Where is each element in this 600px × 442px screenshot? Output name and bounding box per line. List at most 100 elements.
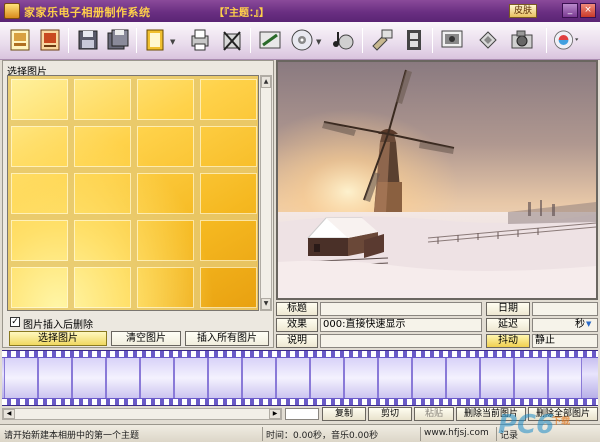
film-frame[interactable] — [446, 358, 480, 398]
thumbnail-slot[interactable] — [134, 123, 197, 170]
clear-images-button[interactable]: 清空图片 — [111, 331, 181, 346]
status-message: 请开始新建本相册中的第一个主题 — [4, 431, 140, 441]
disc-icon[interactable] — [288, 26, 316, 54]
time-info: 时间：0.00秒，音乐0.00秒 — [266, 431, 379, 441]
theme-label: 【『主题：』】 — [214, 8, 269, 19]
insert-all-images-button[interactable]: 插入所有图片 — [185, 331, 269, 346]
skin-button[interactable]: 皮肤 — [509, 4, 537, 18]
film-frame[interactable] — [72, 358, 106, 398]
new-album-icon[interactable] — [6, 26, 34, 54]
film-frame[interactable] — [4, 358, 38, 398]
scroll-up-icon[interactable]: ▲ — [261, 76, 271, 88]
title-bar: 家家乐电子相册制作系统 【『主题：』】 皮肤 _ × — [0, 0, 600, 22]
cut-button[interactable]: 剪切 — [368, 407, 412, 421]
thumbnail-slot[interactable] — [197, 217, 258, 264]
dropdown-icon[interactable]: ▼ — [170, 38, 175, 46]
thumbnail-slot[interactable] — [8, 123, 71, 170]
watermark-logo: PC6 — [498, 410, 555, 440]
delay-unit: 秒 — [575, 319, 585, 330]
image-thumbnail-grid[interactable] — [7, 75, 259, 311]
effect-field[interactable]: 000:直接快速显示 — [320, 318, 482, 332]
thumbnail-slot[interactable] — [71, 76, 134, 123]
thumbnail-slot[interactable] — [197, 170, 258, 217]
thumbnail-slot[interactable] — [197, 123, 258, 170]
scroll-right-icon[interactable]: ▶ — [269, 409, 281, 419]
delay-label: 延迟 — [486, 318, 530, 332]
edit-pen-icon[interactable] — [256, 26, 284, 54]
scroll-down-icon[interactable]: ▼ — [261, 298, 271, 310]
slide-info-panel: 标题 日期 效果 000:直接快速显示 延迟 秒 ▼ 说明 抖动 静止 — [276, 302, 598, 348]
title-field[interactable] — [320, 302, 482, 316]
delete-after-insert-checkbox[interactable]: ✓ — [10, 317, 20, 327]
disc-dropdown-icon[interactable]: ▼ — [316, 38, 321, 46]
thumbnail-slot[interactable] — [71, 170, 134, 217]
thumbnail-slot[interactable] — [134, 217, 197, 264]
watermark-sub: 下载 — [552, 417, 571, 427]
app-window: 家家乐电子相册制作系统 【『主题：』】 皮肤 _ × ▼ ▼ 选择图片 ▲ ▼ … — [0, 0, 600, 442]
close-button[interactable]: × — [580, 3, 596, 18]
effect-label: 效果 — [276, 318, 318, 332]
select-images-button[interactable]: 选择图片 — [9, 331, 107, 346]
thumbnail-slot[interactable] — [134, 170, 197, 217]
save-icon[interactable] — [74, 26, 102, 54]
film-frame[interactable] — [344, 358, 378, 398]
delete-icon[interactable] — [218, 26, 246, 54]
film-frame[interactable] — [38, 358, 72, 398]
shake-label[interactable]: 抖动 — [486, 334, 530, 348]
delay-dropdown-icon[interactable]: ▼ — [586, 320, 591, 328]
open-album-icon[interactable] — [36, 26, 64, 54]
thumbnail-slot[interactable] — [71, 217, 134, 264]
copy-button[interactable]: 复制 — [322, 407, 366, 421]
scroll-left-icon[interactable]: ◀ — [3, 409, 15, 419]
image-selection-panel: 选择图片 ▲ ▼ ✓ 图片插入后删除 选择图片 清空图片 插入所有图片 — [2, 60, 274, 348]
thumbnail-slot[interactable] — [71, 264, 134, 310]
film-frame[interactable] — [514, 358, 548, 398]
paste-button[interactable]: 粘贴 — [414, 407, 454, 421]
film-frame[interactable] — [140, 358, 174, 398]
image-preview — [276, 60, 598, 300]
export-icon[interactable] — [142, 26, 170, 54]
print-icon[interactable] — [186, 26, 214, 54]
thumbnail-slot[interactable] — [8, 76, 71, 123]
film-frame[interactable] — [548, 358, 582, 398]
film-frame[interactable] — [106, 358, 140, 398]
thumbnail-slot[interactable] — [134, 264, 197, 310]
film-frame[interactable] — [480, 358, 514, 398]
film-frame[interactable] — [412, 358, 446, 398]
frame-index-box — [285, 408, 319, 420]
film-frame[interactable] — [378, 358, 412, 398]
thumbnail-slot[interactable] — [8, 170, 71, 217]
date-label: 日期 — [486, 302, 530, 316]
thumbnail-slot[interactable] — [8, 217, 71, 264]
website-label: www.hfjsj.com — [424, 428, 489, 438]
camera-icon[interactable] — [508, 26, 536, 54]
thumbnail-slot[interactable] — [8, 264, 71, 310]
shake-field[interactable]: 静止 — [532, 334, 598, 348]
minimize-button[interactable]: _ — [562, 3, 578, 18]
screen-icon[interactable] — [438, 26, 466, 54]
checkbox-label: 图片插入后删除 — [23, 320, 93, 331]
film-frame[interactable] — [208, 358, 242, 398]
save-as-icon[interactable] — [104, 26, 132, 54]
film-scrollbar[interactable]: ◀ ▶ — [2, 408, 282, 420]
thumbnail-scrollbar[interactable]: ▲ ▼ — [260, 75, 272, 311]
film-frame[interactable] — [276, 358, 310, 398]
app-icon — [4, 3, 20, 19]
music-icon[interactable] — [330, 26, 358, 54]
film-holes-bottom — [2, 399, 598, 405]
film-strip[interactable] — [2, 350, 598, 406]
description-label: 说明 — [276, 334, 318, 348]
paint-bucket-icon[interactable] — [474, 26, 502, 54]
film-frame[interactable] — [174, 358, 208, 398]
description-field[interactable] — [320, 334, 482, 348]
film-frame[interactable] — [242, 358, 276, 398]
tools-icon[interactable] — [368, 26, 396, 54]
options-icon[interactable] — [552, 26, 586, 54]
film-icon[interactable] — [400, 26, 428, 54]
thumbnail-slot[interactable] — [134, 76, 197, 123]
thumbnail-slot[interactable] — [71, 123, 134, 170]
thumbnail-slot[interactable] — [197, 264, 258, 310]
film-frame[interactable] — [310, 358, 344, 398]
thumbnail-slot[interactable] — [197, 76, 258, 123]
date-field[interactable] — [532, 302, 598, 316]
